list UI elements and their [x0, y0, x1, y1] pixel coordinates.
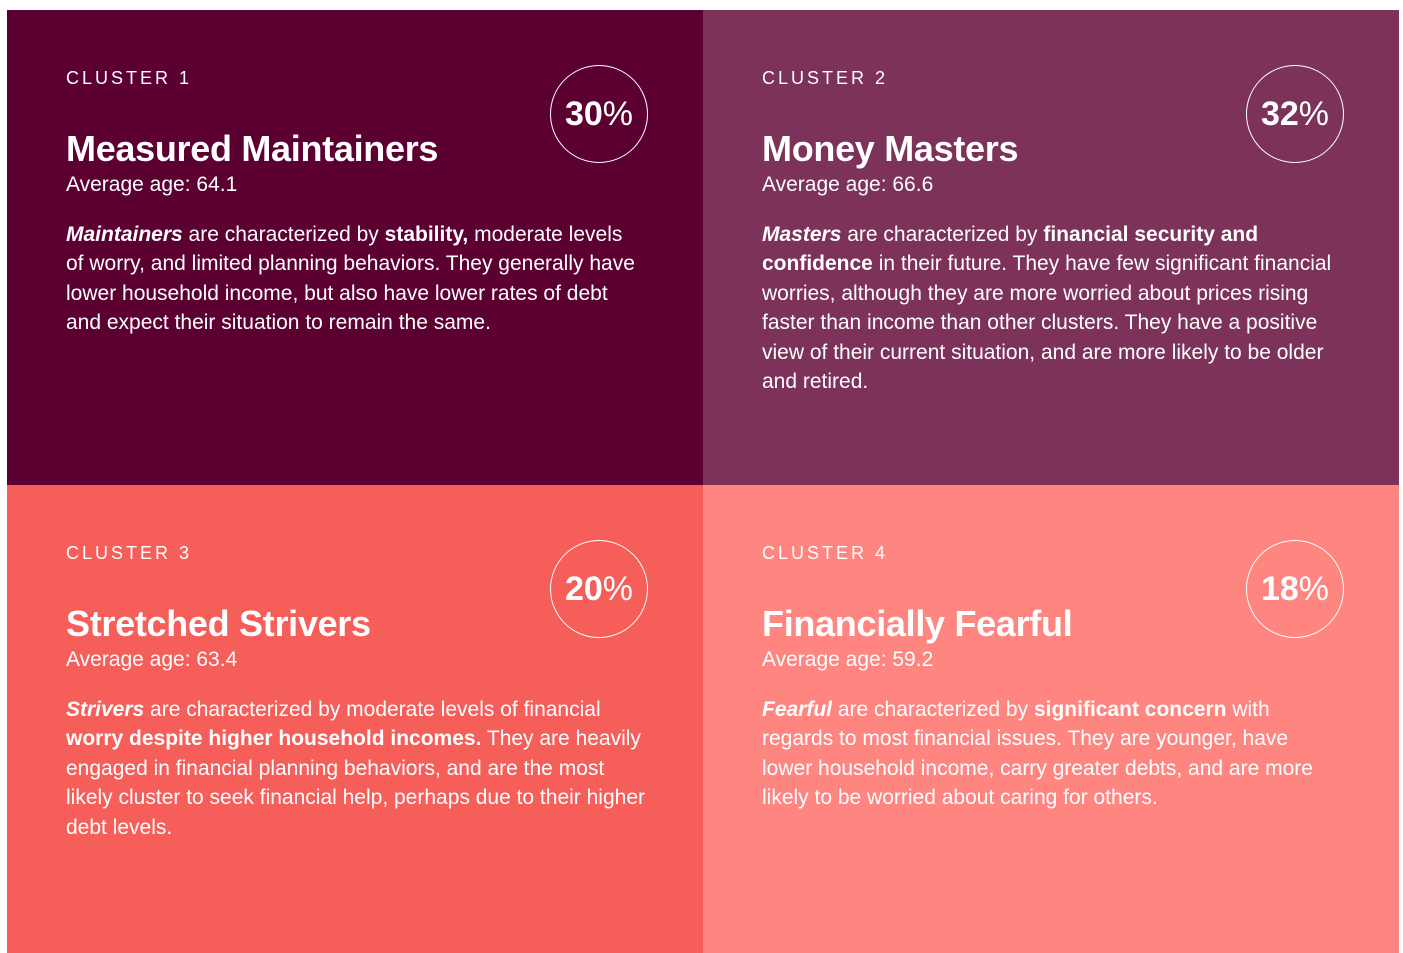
cluster-description: Maintainers are characterized by stabili…	[66, 220, 645, 338]
cluster-panel-4: CLUSTER 4 18% Financially Fearful Averag…	[703, 485, 1399, 953]
percent-badge: 20%	[550, 540, 648, 638]
desc-lead: Fearful	[762, 698, 833, 721]
percent-sign: %	[602, 570, 634, 608]
percent-sign: %	[1298, 570, 1330, 608]
desc-text: are characterized by moderate levels of …	[144, 698, 601, 721]
percent-badge: 30%	[550, 65, 648, 163]
desc-emphasis: significant concern	[1033, 698, 1227, 721]
cluster-panel-1: CLUSTER 1 30% Measured Maintainers Avera…	[7, 10, 703, 485]
desc-emphasis: stability,	[384, 223, 469, 246]
percent-number: 20	[564, 570, 603, 608]
cluster-description: Masters are characterized by financial s…	[762, 220, 1341, 396]
desc-lead: Masters	[762, 223, 842, 246]
percent-sign: %	[1298, 95, 1330, 133]
percent-badge: 18%	[1246, 540, 1344, 638]
cluster-description: Fearful are characterized by significant…	[762, 695, 1341, 813]
desc-emphasis: worry despite higher household incomes.	[66, 727, 482, 751]
desc-text: are characterized by	[182, 223, 385, 246]
cluster-description: Strivers are characterized by moderate l…	[66, 695, 645, 842]
average-age: Average age: 66.6	[762, 173, 934, 196]
percent-number: 32	[1260, 95, 1299, 133]
percent-sign: %	[602, 95, 634, 133]
average-age: Average age: 63.4	[66, 648, 238, 671]
desc-lead: Strivers	[66, 698, 145, 721]
desc-lead: Maintainers	[66, 223, 183, 246]
percent-badge: 32%	[1246, 65, 1344, 163]
cluster-grid: CLUSTER 1 30% Measured Maintainers Avera…	[7, 10, 1399, 953]
percent-number: 30	[564, 95, 603, 133]
cluster-panel-2: CLUSTER 2 32% Money Masters Average age:…	[703, 10, 1399, 485]
average-age: Average age: 59.2	[762, 648, 934, 671]
cluster-panel-3: CLUSTER 3 20% Stretched Strivers Average…	[7, 485, 703, 953]
average-age: Average age: 64.1	[66, 173, 238, 196]
percent-number: 18	[1260, 570, 1299, 608]
desc-text: are characterized by	[841, 223, 1044, 246]
desc-text: are characterized by	[832, 698, 1034, 721]
